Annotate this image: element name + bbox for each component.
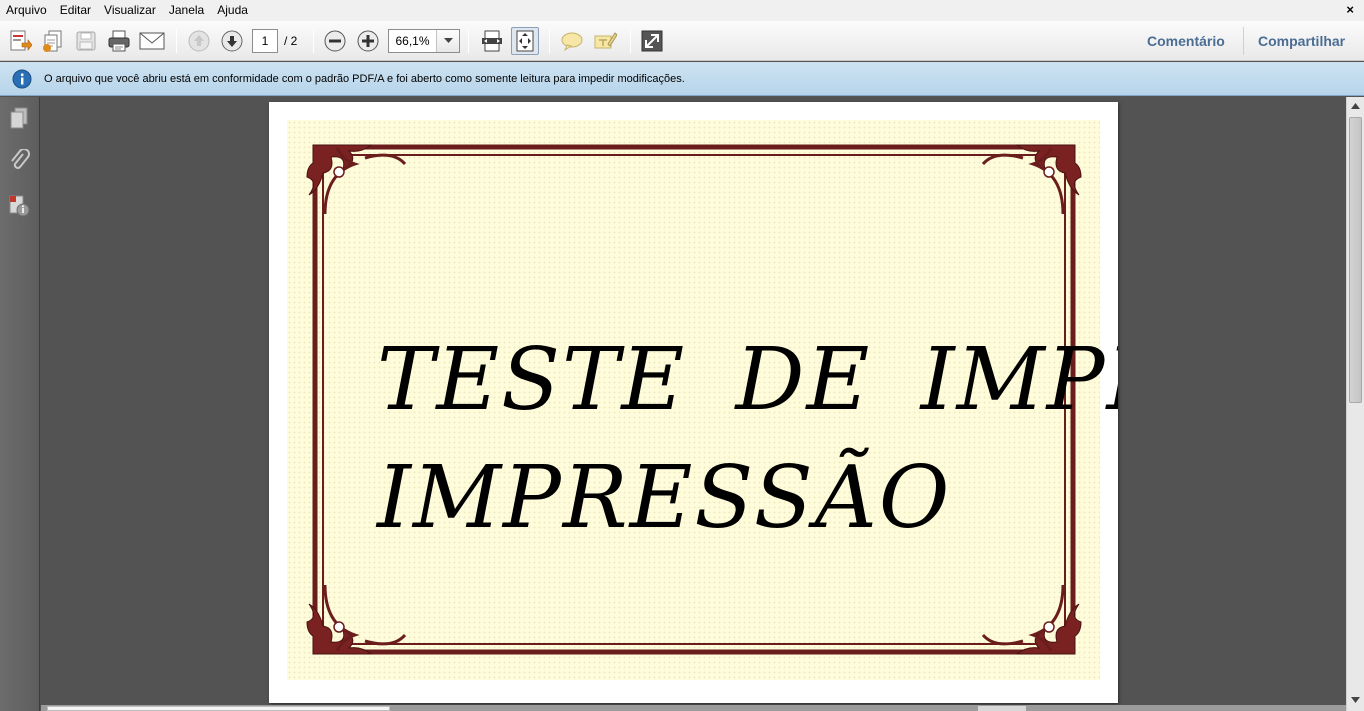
chevron-down-icon[interactable] xyxy=(436,30,459,52)
attachments-icon[interactable] xyxy=(6,148,32,174)
toolbar-separator xyxy=(313,29,314,53)
share-button[interactable]: Compartilhar xyxy=(1258,32,1345,50)
toolbar-separator xyxy=(1243,27,1244,55)
scroll-down-icon[interactable] xyxy=(1347,691,1364,708)
page-number-input[interactable] xyxy=(252,29,278,53)
zoom-select[interactable]: 66,1% xyxy=(388,29,460,53)
zoom-in-icon[interactable] xyxy=(354,27,382,55)
menu-editar[interactable]: Editar xyxy=(54,0,98,21)
toolbar-separator xyxy=(176,29,177,53)
menu-ajuda[interactable]: Ajuda xyxy=(211,0,255,21)
full-screen-icon[interactable] xyxy=(638,27,666,55)
combine-files-icon[interactable] xyxy=(39,27,67,55)
info-icon xyxy=(12,69,32,89)
toolbar: / 2 66,1% Comentário Compartilhar xyxy=(0,21,1364,61)
toolbar-separator xyxy=(468,29,469,53)
toolbar-separator xyxy=(549,29,550,53)
document-view[interactable]: TESTE DE IMPRESSÃO IMPRESSÃO xyxy=(41,97,1346,711)
next-page-icon[interactable] xyxy=(218,27,246,55)
comment-button[interactable]: Comentário xyxy=(1147,32,1225,50)
highlight-icon[interactable] xyxy=(591,27,619,55)
page-total-label: / 2 xyxy=(284,34,298,48)
print-icon[interactable] xyxy=(105,27,133,55)
create-pdf-icon[interactable] xyxy=(6,27,34,55)
menu-visualizar[interactable]: Visualizar xyxy=(98,0,163,21)
navigation-pane xyxy=(0,97,40,711)
page-thumbnails-icon[interactable] xyxy=(6,105,32,131)
pdf-page: TESTE DE IMPRESSÃO IMPRESSÃO xyxy=(269,102,1118,703)
scrollbar-thumb[interactable] xyxy=(1349,117,1362,403)
previous-page-icon[interactable] xyxy=(185,27,213,55)
zoom-value: 66,1% xyxy=(395,34,430,48)
zoom-out-icon[interactable] xyxy=(321,27,349,55)
email-icon[interactable] xyxy=(138,27,166,55)
scroll-up-icon[interactable] xyxy=(1347,97,1364,114)
document-title-line-2: IMPRESSÃO xyxy=(377,448,952,548)
fit-width-icon[interactable] xyxy=(478,27,506,55)
sticky-note-icon[interactable] xyxy=(558,27,586,55)
horizontal-scrollbar[interactable] xyxy=(41,705,1346,711)
menu-bar: Arquivo Editar Visualizar Janela Ajuda × xyxy=(0,0,1364,21)
save-icon[interactable] xyxy=(72,27,100,55)
menu-janela[interactable]: Janela xyxy=(163,0,211,21)
info-message: O arquivo que você abriu está em conform… xyxy=(44,73,685,85)
horizontal-scrollbar-thumb[interactable] xyxy=(47,706,390,711)
vertical-scrollbar[interactable] xyxy=(1346,97,1364,711)
horizontal-scrollbar-marker xyxy=(978,706,1026,711)
fit-page-icon[interactable] xyxy=(511,27,539,55)
close-document-button[interactable]: × xyxy=(1346,3,1354,17)
toolbar-separator xyxy=(630,29,631,53)
standards-icon[interactable] xyxy=(6,192,32,218)
menu-arquivo[interactable]: Arquivo xyxy=(0,0,54,21)
pdfa-info-bar: O arquivo que você abriu está em conform… xyxy=(0,62,1364,96)
document-title-line-1: TESTE DE IMPRESSÃO xyxy=(377,330,1118,430)
